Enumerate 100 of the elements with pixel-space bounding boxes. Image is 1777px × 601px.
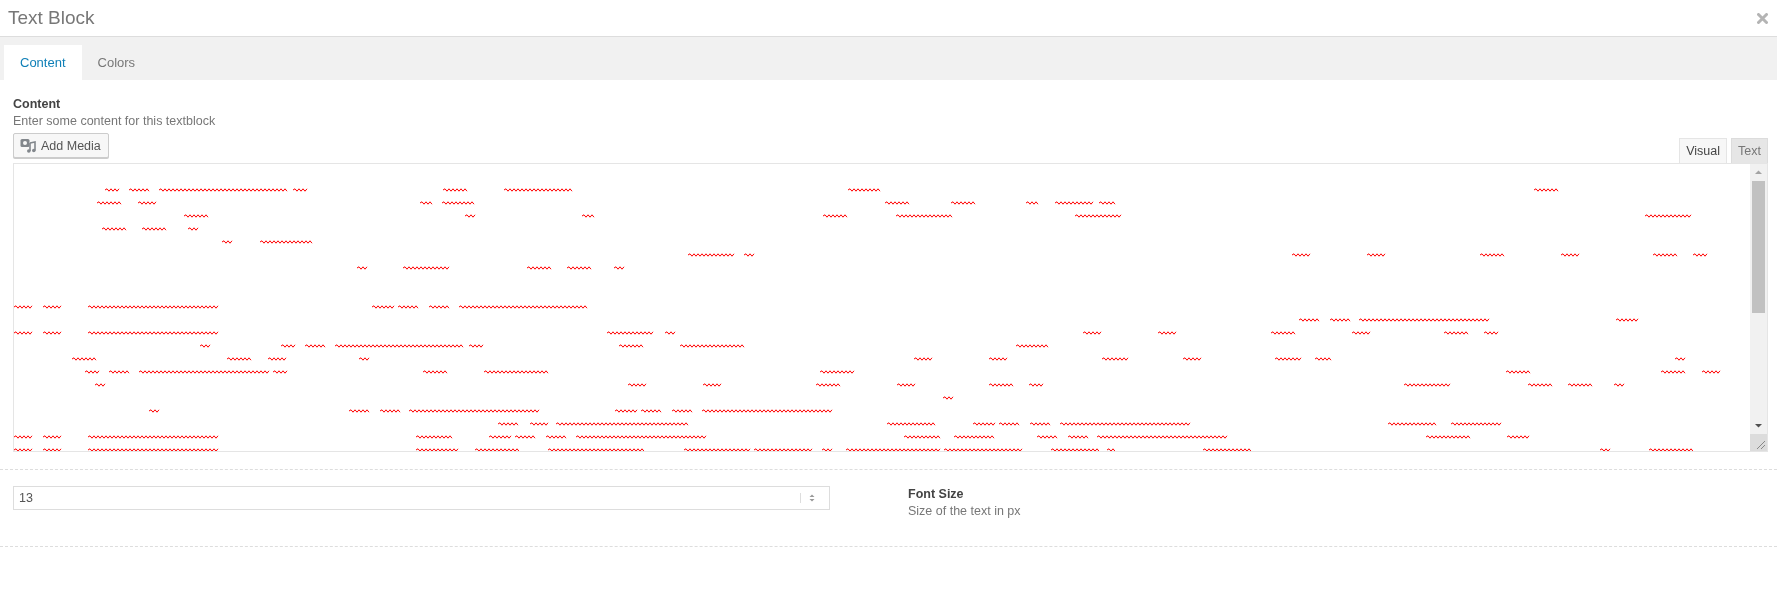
spellcheck-underline xyxy=(42,435,62,439)
spellcheck-underline xyxy=(896,383,916,387)
spellcheck-underline xyxy=(267,357,287,361)
scrollbar-thumb[interactable] xyxy=(1752,181,1765,313)
spellcheck-underline xyxy=(226,357,252,361)
spellcheck-underline xyxy=(397,305,419,309)
spellcheck-underline xyxy=(108,370,130,374)
spellcheck-underline xyxy=(419,201,433,205)
spellcheck-underline xyxy=(348,409,370,413)
spellcheck-underline xyxy=(664,331,676,335)
spellcheck-underline xyxy=(942,396,954,400)
spellcheck-underline xyxy=(950,201,976,205)
spellcheck-underline xyxy=(514,435,536,439)
font-size-field[interactable]: 13 xyxy=(13,486,830,510)
editor-mode-tab[interactable]: Visual xyxy=(1679,138,1728,163)
spellcheck-underline xyxy=(14,305,33,309)
spellcheck-underline xyxy=(1648,448,1694,451)
spellcheck-underline xyxy=(1050,448,1100,451)
spellcheck-underline xyxy=(280,344,296,348)
spellcheck-underline xyxy=(566,266,592,270)
spellcheck-underline xyxy=(1015,344,1049,348)
spellcheck-underline xyxy=(819,370,855,374)
spellcheck-underline xyxy=(618,344,644,348)
spellcheck-underline xyxy=(187,227,199,231)
spellcheck-underline xyxy=(272,370,288,374)
spellcheck-underline xyxy=(1674,357,1686,361)
spellcheck-underline xyxy=(464,214,476,218)
spellcheck-underline xyxy=(743,253,755,257)
spellcheck-underline xyxy=(1202,448,1252,451)
spellcheck-underline xyxy=(1291,253,1311,257)
spellcheck-underline xyxy=(14,331,33,335)
spellcheck-underline xyxy=(913,357,933,361)
spellcheck-underline xyxy=(1314,357,1332,361)
spellcheck-underline xyxy=(1351,331,1371,335)
spellcheck-underline xyxy=(84,370,100,374)
spellcheck-underline xyxy=(627,383,647,387)
spellcheck-underline xyxy=(1615,318,1639,322)
spellcheck-underline xyxy=(640,409,662,413)
spellcheck-underline xyxy=(1098,201,1116,205)
spellcheck-underline xyxy=(1298,318,1320,322)
spellcheck-underline xyxy=(847,188,881,192)
dialog-title: Text Block xyxy=(8,7,95,29)
spellcheck-underline xyxy=(903,435,941,439)
spellcheck-underline xyxy=(468,344,484,348)
spellcheck-underline xyxy=(1074,214,1122,218)
spellcheck-underline xyxy=(71,357,97,361)
spellcheck-underline xyxy=(474,448,520,451)
spellcheck-underline xyxy=(988,357,1008,361)
spellcheck-underline xyxy=(292,188,308,192)
camera-and-note-icon xyxy=(20,138,36,153)
add-media-button[interactable]: Add Media xyxy=(13,133,109,158)
spellcheck-underline xyxy=(895,214,953,218)
spellcheck-underline xyxy=(822,214,848,218)
spellcheck-underline xyxy=(483,370,549,374)
spellcheck-underline xyxy=(998,422,1020,426)
spellcheck-underline xyxy=(529,422,549,426)
spellcheck-underline xyxy=(1483,331,1499,335)
spellcheck-underline xyxy=(1692,253,1708,257)
field-label: Content xyxy=(13,96,62,113)
spellcheck-underline xyxy=(1387,422,1437,426)
spellcheck-underline xyxy=(14,448,33,451)
resize-grip-icon[interactable] xyxy=(1750,434,1767,451)
spellcheck-underline xyxy=(953,435,995,439)
spellcheck-underline xyxy=(671,409,693,413)
spellcheck-underline xyxy=(42,305,62,309)
spellcheck-underline xyxy=(815,383,841,387)
spellcheck-underline xyxy=(199,344,211,348)
spellcheck-underline xyxy=(606,331,654,335)
spellcheck-underline xyxy=(441,201,475,205)
spellcheck-underline xyxy=(94,383,106,387)
close-icon[interactable] xyxy=(1757,12,1768,24)
spellcheck-underline xyxy=(304,344,326,348)
spellcheck-underline xyxy=(702,383,722,387)
spellcheck-underline xyxy=(679,344,745,348)
spellcheck-underline xyxy=(545,435,567,439)
tab[interactable]: Content xyxy=(4,45,82,80)
spellcheck-underline xyxy=(1660,370,1686,374)
spellcheck-underline xyxy=(442,188,468,192)
spellcheck-underline xyxy=(1157,331,1177,335)
spellcheck-underline xyxy=(497,422,519,426)
spellcheck-underline xyxy=(1082,331,1102,335)
scrollbar[interactable] xyxy=(1750,164,1767,434)
spellcheck-underline xyxy=(1533,188,1559,192)
spellcheck-underline xyxy=(1101,357,1129,361)
tab[interactable]: Colors xyxy=(81,45,152,80)
spellcheck-underline xyxy=(1036,435,1058,439)
spellcheck-underline xyxy=(1652,253,1678,257)
spellcheck-underline xyxy=(886,422,936,426)
spellcheck-underline xyxy=(402,266,450,270)
spellcheck-underline xyxy=(1270,331,1296,335)
spellcheck-underline xyxy=(526,266,552,270)
spellcheck-underline xyxy=(141,227,167,231)
editor-mode-tab[interactable]: Text xyxy=(1731,138,1768,163)
spellcheck-underline xyxy=(1506,435,1530,439)
spellcheck-underline xyxy=(1527,383,1553,387)
spellcheck-underline xyxy=(988,383,1014,387)
spellcheck-underline xyxy=(96,201,122,205)
spellcheck-underline xyxy=(1567,383,1593,387)
spellcheck-underline xyxy=(104,188,120,192)
spellcheck-underline xyxy=(101,227,127,231)
